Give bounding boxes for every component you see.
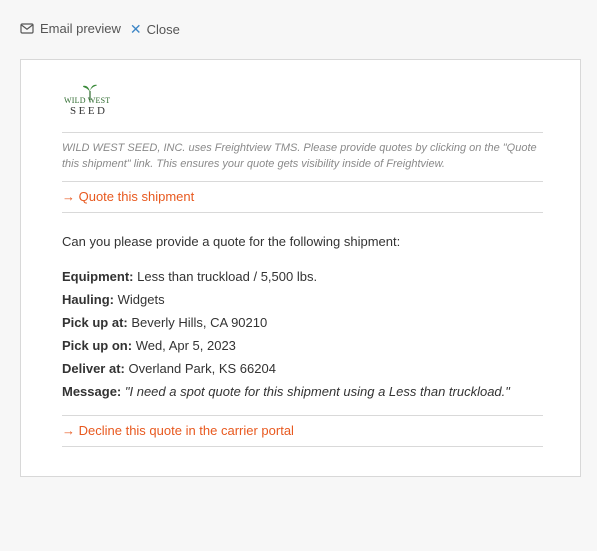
logo-text-top: WILD WEST <box>64 96 111 105</box>
email-intro: Can you please provide a quote for the f… <box>62 234 401 249</box>
freightview-notice: WILD WEST SEED, INC. uses Freightview TM… <box>62 142 537 170</box>
detail-value: Less than truckload / 5,500 lbs. <box>137 269 318 284</box>
quote-shipment-link[interactable]: → Quote this shipment <box>62 189 194 204</box>
detail-row-message: Message: "I need a spot quote for this s… <box>62 384 510 407</box>
detail-value: Wed, Apr 5, 2023 <box>135 338 236 353</box>
shipment-details: Equipment: Less than truckload / 5,500 l… <box>62 269 510 407</box>
detail-value: Beverly Hills, CA 90210 <box>131 315 268 330</box>
divider <box>62 212 543 213</box>
detail-label: Message: <box>62 384 122 399</box>
email-preview-panel: WILD WEST SEED WILD WEST SEED, INC. uses… <box>20 59 581 477</box>
detail-row-pickup-date: Pick up on: Wed, Apr 5, 2023 <box>62 338 510 361</box>
close-button[interactable]: ✕ Close <box>130 22 180 37</box>
envelope-icon <box>20 21 34 35</box>
detail-row-delivery-location: Deliver at: Overland Park, KS 66204 <box>62 361 510 384</box>
close-icon: ✕ <box>129 21 142 37</box>
company-logo: WILD WEST SEED <box>64 84 116 117</box>
decline-quote-link[interactable]: → Decline this quote in the carrier port… <box>62 423 294 438</box>
email-preview-header: Email preview ✕ Close <box>20 19 180 37</box>
divider <box>62 415 543 416</box>
close-label: Close <box>146 21 180 37</box>
detail-row-hauling: Hauling: Widgets <box>62 292 510 315</box>
detail-label: Hauling: <box>62 292 114 307</box>
logo-text-bottom: SEED <box>70 105 108 117</box>
page-title: Email preview <box>40 20 121 36</box>
detail-label: Pick up at: <box>62 315 128 330</box>
detail-row-pickup-location: Pick up at: Beverly Hills, CA 90210 <box>62 315 510 338</box>
detail-label: Equipment: <box>62 269 134 284</box>
detail-value: Overland Park, KS 66204 <box>128 361 276 376</box>
detail-row-equipment: Equipment: Less than truckload / 5,500 l… <box>62 269 510 292</box>
detail-value: Widgets <box>117 292 165 307</box>
divider <box>62 132 543 133</box>
detail-value: "I need a spot quote for this shipment u… <box>124 384 510 399</box>
detail-label: Deliver at: <box>62 361 125 376</box>
divider <box>62 446 543 447</box>
detail-label: Pick up on: <box>62 338 133 353</box>
divider <box>62 181 543 182</box>
